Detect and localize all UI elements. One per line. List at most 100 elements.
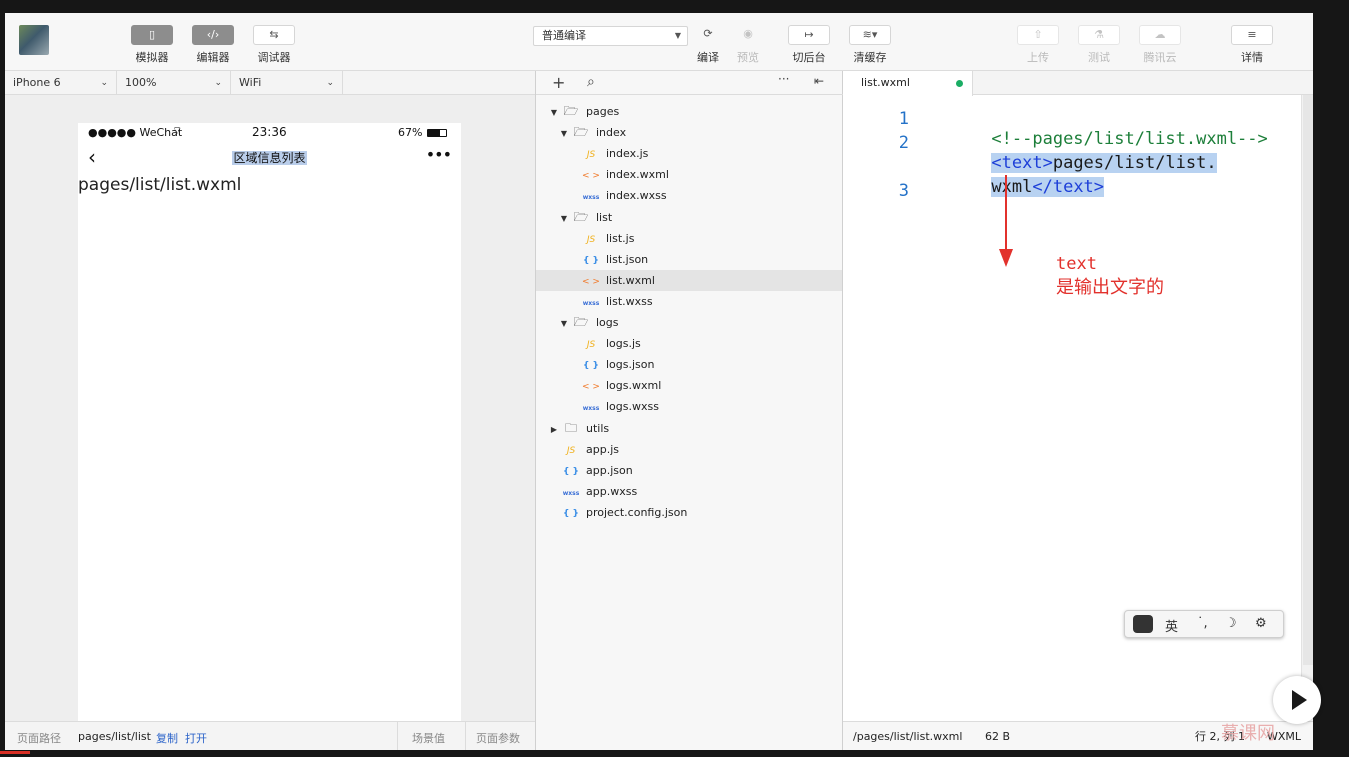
simulator-button[interactable]: ▯ 模拟器 (131, 25, 173, 65)
zoom-select[interactable]: 100% ⌄ (117, 71, 231, 95)
video-progress-bar[interactable] (0, 751, 30, 754)
tree-item-list-js[interactable]: JS list.js (536, 228, 842, 249)
video-play-button[interactable] (1273, 676, 1321, 724)
js-file-icon: JS (586, 234, 596, 245)
tree-item-label: index.wxss (606, 189, 667, 203)
compile-mode-select[interactable]: 普通编译 ▼ (533, 26, 688, 46)
tree-item-logs[interactable]: ▼ 🗁 logs (536, 312, 842, 333)
scene-value-button[interactable]: 场景值 (412, 730, 445, 746)
tree-item-label: list (596, 210, 613, 224)
device-bar: iPhone 6 ⌄ 100% ⌄ WiFi ⌄ (5, 71, 535, 95)
line-number: 2 (898, 133, 909, 153)
ime-logo-icon[interactable] (1133, 615, 1153, 633)
device-select[interactable]: iPhone 6 ⌄ (5, 71, 117, 95)
tree-item-list-wxml[interactable]: < > list.wxml (536, 269, 842, 291)
phone-status-bar: ●●●●● WeChat ⌔ 23:36 67% (78, 123, 461, 143)
tree-item-label: index.wxml (606, 168, 669, 182)
wxss-file-icon: wxss (582, 299, 600, 307)
tree-item-list[interactable]: ▼ 🗁 list (536, 207, 842, 228)
device-value: iPhone 6 (13, 76, 61, 89)
moon-icon[interactable]: ☽ (1225, 616, 1237, 631)
network-select[interactable]: WiFi ⌄ (231, 71, 343, 95)
editor-tab-bar: list.wxml (843, 71, 1313, 96)
caret-right-icon[interactable]: ▶ (548, 419, 560, 440)
caret-down-icon[interactable]: ▼ (548, 102, 560, 123)
caret-down-icon[interactable]: ▼ (558, 208, 570, 229)
test-label: 测试 (1088, 51, 1110, 64)
more-icon[interactable]: ··· (778, 72, 789, 86)
devtools-window: ▯ 模拟器 ‹/› 编辑器 ⇆ 调试器 普通编译 ▼ ⟳ 编译 ◉ 预览 ↦ 切… (5, 13, 1313, 750)
battery-icon (427, 129, 447, 137)
tree-item-label: index (596, 126, 627, 140)
wxml-file-icon: < > (582, 171, 600, 182)
tree-item-index-wxss[interactable]: wxss index.wxss (536, 185, 842, 206)
annotation-arrow (999, 175, 1013, 267)
menu-icon: ≡ (1231, 25, 1273, 45)
simulator-area: ●●●●● WeChat ⌔ 23:36 67% ‹ 区域信息列表 ••• pa… (5, 95, 535, 721)
ime-lang-toggle[interactable]: 英 (1165, 616, 1178, 635)
tree-item-app-wxss[interactable]: wxss app.wxss (536, 481, 842, 502)
punctuation-icon[interactable]: ˙, (1197, 616, 1208, 631)
preview-button[interactable]: ◉ 预览 (727, 25, 769, 65)
upload-button[interactable]: ⇧ 上传 (1017, 25, 1059, 65)
gear-icon[interactable]: ⚙ (1255, 616, 1267, 631)
clear-cache-button[interactable]: ≋▾ 清缓存 (849, 25, 891, 65)
tree-item-utils[interactable]: ▶ 🗀 utils (536, 418, 842, 439)
caret-down-icon[interactable]: ▼ (558, 123, 570, 144)
open-link[interactable]: 打开 (185, 730, 207, 746)
tree-item-index[interactable]: ▼ 🗁 index (536, 122, 842, 143)
editor-button[interactable]: ‹/› 编辑器 (192, 25, 234, 65)
upload-label: 上传 (1027, 51, 1049, 64)
compile-mode-value: 普通编译 (542, 29, 586, 42)
cloud-icon: ☁ (1139, 25, 1181, 45)
page-params-button[interactable]: 页面参数 (476, 730, 520, 746)
tree-item-logs-wxss[interactable]: wxss logs.wxss (536, 396, 842, 417)
caret-down-icon[interactable]: ▼ (558, 313, 570, 334)
collapse-panel-icon[interactable]: ⇤ (814, 74, 824, 88)
file-path: /pages/list/list.wxml (853, 730, 963, 743)
phone-nav-bar: ‹ 区域信息列表 ••• (78, 143, 461, 171)
tab-list-wxml[interactable]: list.wxml (843, 71, 973, 96)
test-button[interactable]: ⚗ 测试 (1078, 25, 1120, 65)
tree-item-app-json[interactable]: { } app.json (536, 460, 842, 481)
folder-icon: 🗁 (573, 209, 589, 224)
tree-item-logs-wxml[interactable]: < > logs.wxml (536, 375, 842, 396)
tree-item-index-wxml[interactable]: < > index.wxml (536, 164, 842, 185)
tree-item-app-js[interactable]: JS app.js (536, 439, 842, 460)
annotation-line-2: 是输出文字的 (1056, 277, 1164, 298)
carrier-text: ●●●●● WeChat (88, 126, 183, 139)
tree-item-label: pages (586, 105, 620, 118)
annotation-line-1: text (1056, 254, 1097, 274)
details-button[interactable]: ≡ 详情 (1231, 25, 1273, 65)
more-menu-icon[interactable]: ••• (426, 145, 452, 164)
wxss-file-icon: wxss (582, 194, 600, 202)
compile-button[interactable]: ⟳ 编译 (687, 25, 729, 65)
tree-item-pages[interactable]: ▼ 🗁 pages (536, 101, 842, 122)
line-number: 1 (898, 109, 909, 129)
folder-icon: 🗁 (573, 125, 589, 140)
file-tree-header: + ⌕ ··· ⇤ (536, 71, 844, 95)
tree-item-list-json[interactable]: { } list.json (536, 249, 842, 270)
tree-item-index-js[interactable]: JS index.js (536, 143, 842, 164)
search-icon[interactable]: ⌕ (587, 74, 595, 90)
tencent-cloud-button[interactable]: ☁ 腾讯云 (1139, 25, 1181, 65)
tree-item-list-wxss[interactable]: wxss list.wxss (536, 291, 842, 312)
tree-item-logs-js[interactable]: JS logs.js (536, 333, 842, 354)
details-label: 详情 (1241, 51, 1263, 64)
code-line-2-wrap[interactable]: wxml</text> (930, 157, 1105, 217)
debugger-button[interactable]: ⇆ 调试器 (253, 25, 295, 65)
tree-item-project-config-json[interactable]: { } project.config.json (536, 502, 842, 523)
file-size: 62 B (985, 730, 1011, 743)
phone-screen: ●●●●● WeChat ⌔ 23:36 67% ‹ 区域信息列表 ••• pa… (78, 123, 461, 721)
tree-item-label: project.config.json (586, 505, 688, 519)
editor-scrollbar[interactable] (1301, 95, 1313, 719)
js-file-icon: JS (586, 340, 596, 351)
page-path-label: 页面路径 (17, 732, 61, 745)
background-button[interactable]: ↦ 切后台 (788, 25, 830, 65)
avatar[interactable] (19, 25, 49, 55)
copy-link[interactable]: 复制 (156, 730, 178, 746)
add-file-icon[interactable]: + (552, 73, 565, 92)
phone-icon: ▯ (131, 25, 173, 45)
tree-item-logs-json[interactable]: { } logs.json (536, 354, 842, 375)
folder-icon: 🗁 (573, 315, 589, 329)
